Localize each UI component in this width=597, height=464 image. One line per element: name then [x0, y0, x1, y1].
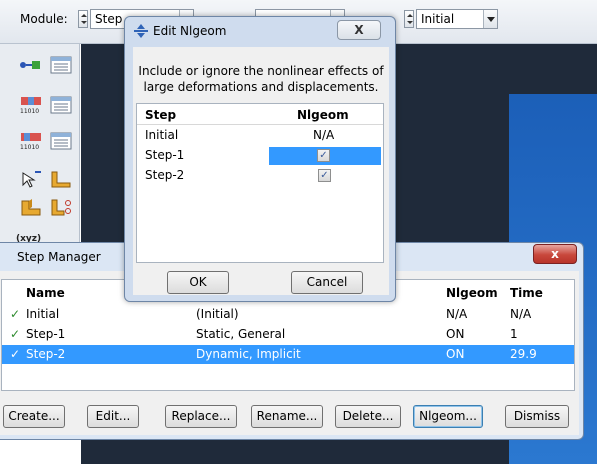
- column-header-nlgeom[interactable]: Nlgeom: [446, 284, 498, 303]
- table-row[interactable]: Step-2 ✓: [137, 166, 383, 185]
- row-procedure: Static, General: [196, 327, 286, 341]
- adaptive-mesh-tool[interactable]: [16, 166, 46, 192]
- module-spinner[interactable]: [78, 10, 88, 28]
- manager-list-icon: [50, 132, 72, 150]
- solid-block-icon: [21, 199, 41, 216]
- edit-nlgeom-dialog: Edit Nlgeom X Include or ignore the nonl…: [124, 16, 396, 302]
- history-output-icon: 11010: [20, 133, 41, 151]
- row-nlgeom-value: N/A: [313, 128, 335, 142]
- row-check: ✓: [10, 347, 21, 361]
- replace-button[interactable]: Replace...: [165, 405, 237, 428]
- nlgeom-cell-selected[interactable]: ✓: [269, 147, 381, 165]
- step-spinner[interactable]: [404, 10, 414, 28]
- edit-nlgeom-body: Include or ignore the nonlinear effects …: [133, 47, 389, 295]
- nlgeom-button[interactable]: Nlgeom...: [413, 405, 483, 428]
- edit-nlgeom-close-button[interactable]: X: [337, 20, 381, 40]
- svg-text:11010: 11010: [20, 144, 39, 151]
- step-manager-close-button[interactable]: x: [533, 244, 577, 264]
- edit-nlgeom-titlebar[interactable]: Edit Nlgeom X: [125, 17, 395, 45]
- field-output-icon: 11010: [20, 97, 41, 115]
- nlgeom-description: Include or ignore the nonlinear effects …: [133, 63, 389, 95]
- row-step: Step-1: [145, 148, 185, 162]
- row-time: 1: [510, 327, 518, 341]
- scissors-icon: [51, 199, 71, 216]
- row-check: ✓: [10, 327, 21, 341]
- edit-nlgeom-title: Edit Nlgeom: [153, 24, 227, 38]
- field-output-tool[interactable]: 11010: [16, 92, 46, 118]
- step-value: Initial: [421, 12, 455, 26]
- step-manager-tool[interactable]: [46, 52, 76, 78]
- module-label: Module:: [20, 12, 68, 26]
- row-nlgeom: ON: [446, 327, 465, 341]
- solution-controls-tool[interactable]: [46, 166, 76, 192]
- toolbox: 11010 11010 (xyz): [0, 44, 80, 252]
- table-row[interactable]: ✓ Initial (Initial) N/A N/A: [2, 305, 574, 324]
- manager-list-icon: [50, 96, 72, 114]
- move-arrows-icon: [134, 24, 148, 38]
- column-header-name[interactable]: Name: [26, 284, 65, 303]
- close-icon: x: [551, 247, 559, 261]
- cut-shape-tool[interactable]: [46, 194, 76, 220]
- close-icon: X: [354, 23, 364, 37]
- row-procedure: Dynamic, Implicit: [196, 347, 301, 361]
- row-time: N/A: [510, 307, 532, 321]
- table-row[interactable]: ✓ Step-1 Static, General ON 1: [2, 325, 574, 344]
- dismiss-button[interactable]: Dismiss: [505, 405, 569, 428]
- row-time: 29.9: [510, 347, 537, 361]
- field-output-manager-tool[interactable]: [46, 92, 76, 118]
- rename-button[interactable]: Rename...: [251, 405, 323, 428]
- delete-button[interactable]: Delete...: [335, 405, 401, 428]
- bracket-shape-icon: [51, 171, 71, 188]
- solid-shape-tool[interactable]: [16, 194, 46, 220]
- row-nlgeom: ON: [446, 347, 465, 361]
- cancel-button[interactable]: Cancel: [291, 271, 363, 294]
- nlgeom-checkbox[interactable]: ✓: [317, 149, 330, 162]
- row-step: Initial: [145, 128, 179, 142]
- create-button[interactable]: Create...: [3, 405, 65, 428]
- nlgeom-description-line2: large deformations and displacements.: [143, 80, 379, 94]
- row-name: Step-2: [26, 347, 66, 361]
- svg-text:11010: 11010: [20, 108, 39, 115]
- row-name: Step-1: [26, 327, 66, 341]
- chevron-down-icon[interactable]: [483, 10, 497, 28]
- table-row[interactable]: Step-1 ✓: [137, 146, 383, 165]
- table-row-selected[interactable]: ✓ Step-2 Dynamic, Implicit ON 29.9: [2, 345, 574, 364]
- nlgeom-checkbox[interactable]: ✓: [318, 169, 331, 182]
- column-header-step: Step: [145, 108, 177, 122]
- module-value: Step: [95, 12, 123, 26]
- cursor-pick-icon: [22, 171, 41, 188]
- row-nlgeom: N/A: [446, 307, 468, 321]
- nlgeom-table-header: Step Nlgeom: [137, 106, 383, 125]
- row-name: Initial: [26, 307, 60, 321]
- row-check: ✓: [10, 307, 21, 321]
- table-row[interactable]: Initial N/A: [137, 126, 383, 145]
- step-create-tool[interactable]: [16, 52, 46, 78]
- nlgeom-table[interactable]: Step Nlgeom Initial N/A Step-1 ✓ Step-2 …: [136, 103, 384, 263]
- row-step: Step-2: [145, 168, 185, 182]
- edit-button[interactable]: Edit...: [87, 405, 139, 428]
- step-arrow-icon: [20, 61, 40, 69]
- column-header-nlgeom: Nlgeom: [297, 108, 349, 122]
- history-output-manager-tool[interactable]: [46, 128, 76, 154]
- manager-list-icon: [50, 56, 72, 74]
- step-manager-title: Step Manager: [17, 250, 101, 264]
- column-header-time[interactable]: Time: [510, 284, 543, 303]
- row-procedure: (Initial): [196, 307, 239, 321]
- step-combo[interactable]: Initial: [416, 9, 498, 29]
- ok-button[interactable]: OK: [167, 271, 229, 294]
- history-output-tool[interactable]: 11010: [16, 128, 46, 154]
- nlgeom-description-line1: Include or ignore the nonlinear effects …: [138, 64, 384, 78]
